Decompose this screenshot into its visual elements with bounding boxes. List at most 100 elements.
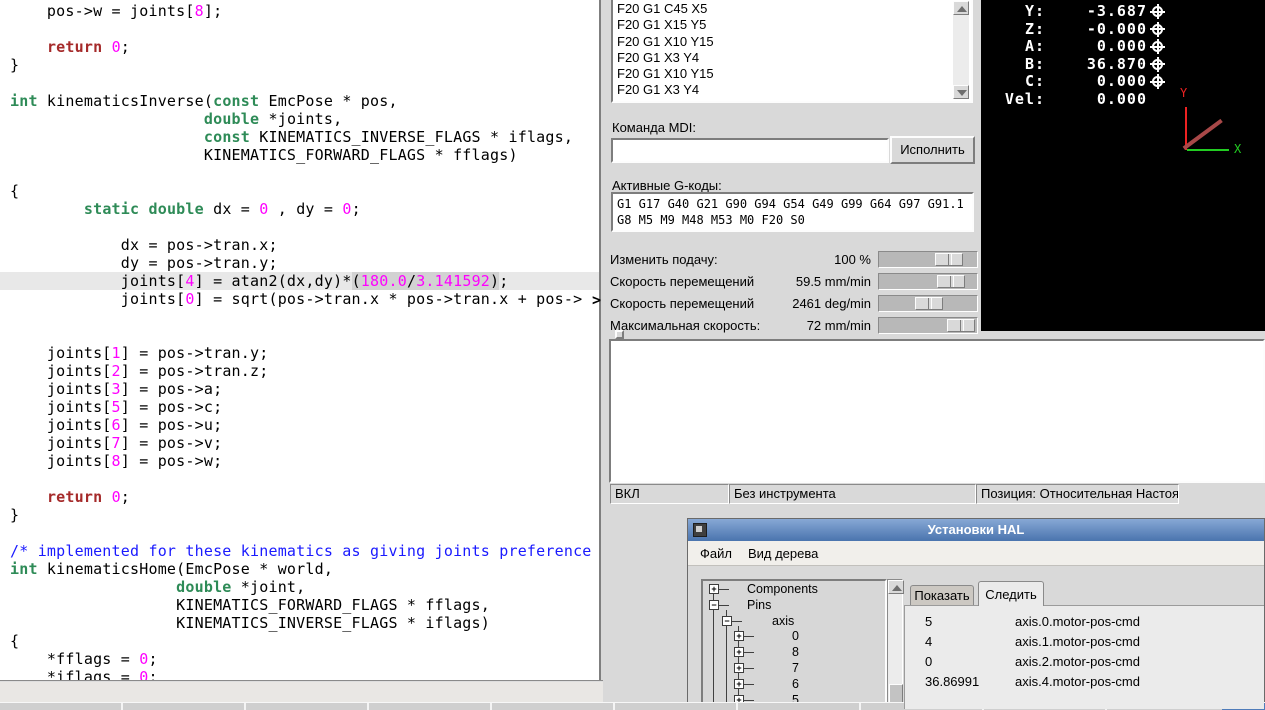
homed-icon: [1150, 21, 1165, 37]
collapse-icon[interactable]: −: [722, 615, 732, 626]
expand-icon[interactable]: +: [734, 663, 744, 673]
dro-row: A: 0.000: [981, 38, 1265, 55]
execute-button[interactable]: Исполнить: [890, 136, 975, 164]
active-gcodes-label: Активные G-коды:: [612, 178, 722, 193]
code-line: joints[4] = atan2(dx,dy)*(180.0/3.141592…: [0, 272, 599, 290]
override-value: 100 %: [834, 252, 871, 267]
code-line: dx = pos->tran.x;: [10, 236, 278, 254]
override-row: Изменить подачу: 100 %: [603, 251, 983, 269]
dro-axis-value: 0.000: [1096, 37, 1147, 55]
override-label: Изменить подачу:: [610, 252, 718, 267]
dro-row: Vel: 0.000: [981, 89, 1265, 108]
mdi-history-item[interactable]: F20 G1 X10 Y15: [613, 34, 971, 50]
code-line: int kinematicsHome(EmcPose * world,: [10, 560, 334, 578]
slider-handle[interactable]: [946, 319, 975, 332]
watch-pin-name: axis.4.motor-pos-cmd: [1015, 674, 1140, 689]
tree-node-0[interactable]: 0: [792, 629, 799, 643]
mdi-history-list[interactable]: F20 G1 C45 X5 F20 G1 X15 Y5 F20 G1 X10 Y15…: [611, 0, 973, 103]
code-editor[interactable]: pos->w = joints[8]; return 0;} int kinema…: [0, 0, 601, 680]
mdi-history-item[interactable]: F20 G1 X3 Y4: [613, 82, 971, 98]
tree-node-6[interactable]: 6: [792, 677, 799, 691]
watch-row: 0 axis.2.motor-pos-cmd: [905, 654, 1264, 674]
mdi-history-item[interactable]: F20 G1 C45 X5: [613, 1, 971, 17]
hal-config-window: Установки HAL Файл Вид дерева + Components…: [687, 518, 1265, 710]
mdi-command-input[interactable]: [611, 138, 889, 163]
code-line: double *joints,: [203, 110, 343, 128]
code-line: joints[3] = pos->a;: [10, 380, 223, 398]
code-line: joints[2] = pos->tran.z;: [10, 362, 269, 380]
tree-node-8[interactable]: 8: [792, 645, 799, 659]
tree-connector-line: [744, 652, 754, 654]
scroll-up-icon[interactable]: [953, 1, 969, 15]
homed-icon: [1150, 4, 1165, 19]
dro-axis-value: -3.687: [1086, 2, 1147, 20]
tree-node-pins[interactable]: Pins: [747, 598, 771, 612]
code-line: }: [10, 56, 20, 74]
watch-pin-value: 5: [925, 614, 933, 629]
hal-tree-panel[interactable]: + Components − Pins − axis +0 +8 +7 +6 +5: [701, 579, 887, 709]
menu-item-file[interactable]: Файл: [692, 542, 740, 565]
mdi-command-label: Команда MDI:: [612, 120, 697, 135]
preview-area[interactable]: Y: -3.687 Z: -0.000 A: 0.000 B: 36.870 C: 0.000 Ve…: [981, 0, 1265, 331]
tree-node-7[interactable]: 7: [792, 661, 799, 675]
dro-axis-value: 0.000: [1096, 89, 1147, 108]
mdi-history-item[interactable]: F20 G1 X15 Y5: [613, 17, 971, 33]
sash-grip[interactable]: [615, 330, 624, 339]
watch-panel: 5 axis.0.motor-pos-cmd 4 axis.1.motor-pos-c…: [904, 605, 1264, 709]
tree-node-axis[interactable]: axis: [772, 614, 794, 628]
tree-connector-line: [719, 589, 729, 590]
code-line: KINEMATICS_FORWARD_FLAGS * fflags,: [10, 596, 490, 614]
homed-icon: [1150, 39, 1165, 54]
dro-axis-label: Vel:: [1004, 89, 1045, 108]
mdi-history-items: F20 G1 C45 X5 F20 G1 X15 Y5 F20 G1 X10 Y15…: [613, 0, 971, 99]
message-output-area: [609, 339, 1265, 483]
mdi-history-scrollbar[interactable]: [953, 1, 969, 99]
expand-icon[interactable]: +: [734, 647, 744, 658]
code-line: {: [10, 182, 20, 200]
watch-pin-name: axis.0.motor-pos-cmd: [1015, 614, 1140, 629]
code-line: KINEMATICS_FORWARD_FLAGS * fflags): [10, 146, 518, 164]
watch-row: 5 axis.0.motor-pos-cmd: [905, 614, 1264, 634]
code-line: double *joint,: [176, 578, 306, 596]
watch-row: 36.86991 axis.4.motor-pos-cmd: [905, 674, 1264, 694]
override-value: 72 mm/min: [806, 318, 871, 333]
override-slider[interactable]: [878, 273, 978, 290]
expand-icon[interactable]: +: [734, 631, 744, 642]
override-slider[interactable]: [878, 295, 978, 312]
slider-handle[interactable]: [936, 275, 965, 288]
code-line: joints[0] = sqrt(pos->tran.x * pos->tran…: [10, 290, 583, 308]
scroll-down-icon[interactable]: [953, 85, 969, 99]
tab-watch[interactable]: Следить: [978, 581, 1044, 606]
y-axis-label: Y: [1180, 86, 1188, 100]
slider-handle[interactable]: [935, 253, 964, 266]
code-line: joints[8] = pos->w;: [10, 452, 223, 470]
override-value: 2461 deg/min: [792, 296, 871, 311]
watch-pin-name: axis.1.motor-pos-cmd: [1015, 634, 1140, 649]
hal-window-titlebar[interactable]: Установки HAL: [688, 519, 1264, 541]
dro-axis-value: 0.000: [1096, 72, 1147, 90]
mdi-history-item[interactable]: F20 G1 X3 Y4: [613, 50, 971, 66]
expand-icon[interactable]: +: [709, 584, 719, 594]
hal-tree-scrollbar[interactable]: [887, 579, 904, 709]
watch-pin-value: 0: [925, 654, 933, 669]
tree-connector-line: [744, 636, 754, 638]
watch-pin-name: axis.2.motor-pos-cmd: [1015, 654, 1140, 669]
scroll-up-icon[interactable]: [888, 580, 904, 594]
active-gcodes-box: G1 G17 G40 G21 G90 G94 G54 G49 G99 G64 G…: [611, 192, 974, 232]
collapse-icon[interactable]: −: [709, 599, 719, 610]
expand-icon[interactable]: +: [734, 678, 744, 689]
dro-row: Y: -3.687: [981, 3, 1265, 20]
tool-status: Без инструмента: [729, 484, 976, 504]
override-slider[interactable]: [878, 317, 978, 334]
tree-node-components[interactable]: Components: [747, 582, 818, 596]
override-label: Скорость перемещений: [610, 274, 755, 289]
tab-show[interactable]: Показать: [910, 585, 974, 605]
mdi-history-item[interactable]: F20 G1 X10 Y15: [613, 66, 971, 82]
tree-connector-line: [744, 683, 754, 685]
override-slider[interactable]: [878, 251, 978, 268]
code-line: *iflags = 0;: [10, 668, 158, 680]
menu-item-tree-view[interactable]: Вид дерева: [740, 542, 826, 565]
slider-handle[interactable]: [915, 297, 943, 310]
